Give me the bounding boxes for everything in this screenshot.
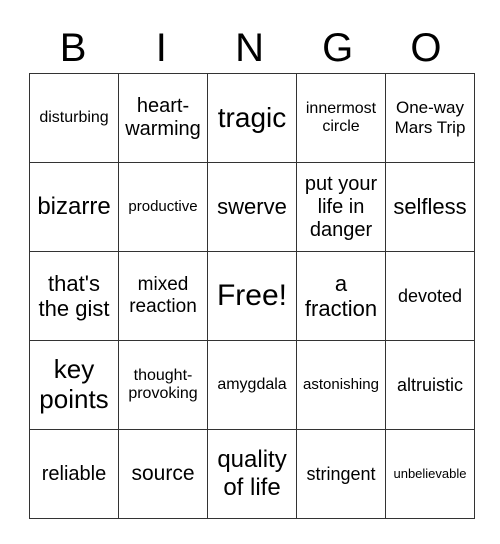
bingo-cell[interactable]: altruistic — [385, 340, 475, 430]
bingo-cell[interactable]: tragic — [207, 73, 297, 163]
bingo-cell[interactable]: key points — [29, 340, 119, 430]
bingo-cell[interactable]: put your life in danger — [296, 162, 386, 252]
bingo-cell[interactable]: reliable — [29, 429, 119, 519]
bingo-cell[interactable]: that's the gist — [29, 251, 119, 341]
bingo-cell[interactable]: One-way Mars Trip — [385, 73, 475, 163]
bingo-cell[interactable]: selfless — [385, 162, 475, 252]
bingo-cell[interactable]: stringent — [296, 429, 386, 519]
bingo-cell[interactable]: heart-warming — [118, 73, 208, 163]
bingo-cell[interactable]: mixed reaction — [118, 251, 208, 341]
bingo-cell[interactable]: bizarre — [29, 162, 119, 252]
bingo-cell[interactable]: innermost circle — [296, 73, 386, 163]
free-space-cell[interactable]: Free! — [207, 251, 297, 341]
header-letter-o: O — [410, 26, 442, 70]
bingo-cell[interactable]: devoted — [385, 251, 475, 341]
bingo-row: that's the gist mixed reaction Free! a f… — [29, 251, 475, 341]
bingo-row: bizarre productive swerve put your life … — [29, 162, 475, 252]
bingo-card: disturbing heart-warming tragic innermos… — [29, 73, 475, 519]
bingo-cell[interactable]: disturbing — [29, 73, 119, 163]
header-letter-i: I — [155, 26, 167, 70]
header-letter-b: B — [59, 26, 87, 70]
bingo-cell[interactable]: swerve — [207, 162, 297, 252]
header-letter-g: G — [322, 26, 354, 70]
bingo-cell[interactable]: a fraction — [296, 251, 386, 341]
bingo-row: reliable source quality of life stringen… — [29, 429, 475, 519]
bingo-cell[interactable]: thought-provoking — [118, 340, 208, 430]
bingo-cell[interactable]: quality of life — [207, 429, 297, 519]
bingo-row: key points thought-provoking amygdala as… — [29, 340, 475, 430]
bingo-cell[interactable]: productive — [118, 162, 208, 252]
bingo-header: B I N G O — [29, 24, 470, 72]
bingo-cell[interactable]: source — [118, 429, 208, 519]
header-letter-n: N — [235, 26, 264, 70]
bingo-cell[interactable]: astonishing — [296, 340, 386, 430]
bingo-cell[interactable]: amygdala — [207, 340, 297, 430]
bingo-cell[interactable]: unbelievable — [385, 429, 475, 519]
bingo-row: disturbing heart-warming tragic innermos… — [29, 73, 475, 163]
